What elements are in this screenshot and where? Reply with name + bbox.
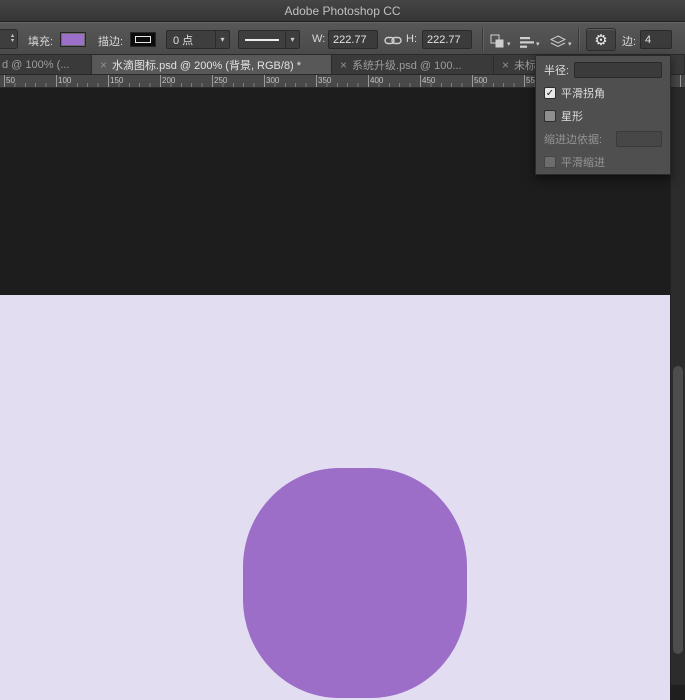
tab-label: 系统升级.psd @ 100... — [352, 57, 462, 73]
dropdown-arrow-icon: ▾ — [536, 41, 540, 49]
window-title: Adobe Photoshop CC — [284, 4, 400, 18]
stroke-style-combo[interactable]: ▾ — [238, 30, 300, 49]
tab-label: 水滴图标.psd @ 200% (背景, RGB/8) * — [112, 57, 301, 73]
stroke-swatch[interactable] — [130, 32, 156, 47]
indent-sides-label: 缩进边依据: — [544, 131, 602, 147]
shape-settings-gear-button[interactable]: ⚙ — [586, 28, 616, 51]
radius-input[interactable] — [574, 62, 662, 78]
sides-input[interactable] — [640, 30, 672, 49]
close-icon[interactable]: × — [100, 59, 107, 71]
smooth-corners-checkbox[interactable]: ✓ — [544, 87, 556, 99]
canvas[interactable] — [0, 295, 670, 700]
ruler-tick: 50 — [6, 76, 15, 85]
separator — [578, 28, 579, 51]
arrange-icon — [550, 35, 566, 49]
ruler-tick: 450 — [422, 76, 435, 85]
link-dimensions-icon[interactable] — [384, 35, 402, 49]
scrollbar-corner — [670, 685, 685, 700]
dropdown-arrow-icon: ▾ — [507, 41, 511, 49]
scrollbar-thumb[interactable] — [673, 366, 683, 654]
path-operations-button[interactable]: ▾ — [490, 31, 511, 49]
stroke-style-preview — [245, 39, 279, 41]
arrange-button[interactable]: ▾ — [550, 31, 572, 49]
align-icon — [520, 36, 534, 49]
close-icon[interactable]: × — [340, 59, 347, 71]
ruler-tick: 300 — [266, 76, 279, 85]
width-input[interactable] — [328, 30, 378, 49]
stroke-width-value: 0 点 — [167, 32, 215, 48]
down-arrow-icon: ▾ — [11, 39, 14, 44]
options-bar: ▴ ▾ 填充: 描边: 0 点 ▾ ▾ W: H: — [0, 22, 685, 55]
ruler-tick: 150 — [110, 76, 123, 85]
stepper-arrows-icon: ▴ ▾ — [11, 34, 14, 44]
smooth-indent-label: 平滑缩进 — [561, 154, 605, 170]
close-icon[interactable]: × — [502, 59, 509, 71]
tab-document-1[interactable]: d @ 100% (... — [0, 55, 92, 74]
dropdown-arrow-icon: ▾ — [285, 31, 299, 48]
shape-options-popup: 半径: ✓ 平滑拐角 星形 缩进边依据: 平滑缩进 — [535, 55, 671, 175]
tab-label: d @ 100% (... — [2, 59, 69, 71]
radius-label: 半径: — [544, 62, 569, 78]
ruler-tick: 200 — [162, 76, 175, 85]
stroke-width-combo[interactable]: 0 点 ▾ — [166, 30, 230, 49]
width-label: W: — [312, 33, 325, 45]
star-checkbox[interactable] — [544, 110, 556, 122]
photoshop-window: Adobe Photoshop CC ▴ ▾ 填充: 描边: 0 点 ▾ ▾ W… — [0, 0, 685, 700]
smooth-indent-checkbox — [544, 156, 556, 168]
ruler-tick: 250 — [214, 76, 227, 85]
fill-label: 填充: — [28, 33, 53, 49]
dropdown-arrow-icon: ▾ — [568, 41, 572, 49]
title-bar: Adobe Photoshop CC — [0, 0, 685, 22]
fill-swatch[interactable] — [60, 32, 86, 47]
indent-sides-input — [616, 131, 662, 147]
height-input[interactable] — [422, 30, 472, 49]
sides-label: 边: — [622, 33, 636, 49]
stroke-label: 描边: — [98, 33, 123, 49]
star-label: 星形 — [561, 108, 583, 124]
align-edges-button[interactable]: ▾ — [520, 31, 540, 49]
vertical-scrollbar[interactable] — [670, 88, 685, 685]
tab-document-3[interactable]: × 系统升级.psd @ 100... — [332, 55, 494, 74]
ruler-tick: 100 — [58, 76, 71, 85]
separator — [482, 28, 483, 51]
ruler-tick: 400 — [370, 76, 383, 85]
path-operations-icon — [490, 34, 505, 49]
check-icon: ✓ — [546, 88, 554, 99]
tool-mode-combo-partial[interactable]: ▴ ▾ — [0, 29, 18, 49]
tab-document-2-active[interactable]: × 水滴图标.psd @ 200% (背景, RGB/8) * — [92, 55, 332, 74]
dropdown-arrow-icon: ▾ — [215, 31, 229, 48]
gear-icon: ⚙ — [594, 31, 607, 49]
smooth-corners-label: 平滑拐角 — [561, 85, 605, 101]
height-label: H: — [406, 33, 417, 45]
ruler-tick: 350 — [318, 76, 331, 85]
ruler-tick: 500 — [474, 76, 487, 85]
rounded-square-shape[interactable] — [243, 468, 467, 698]
